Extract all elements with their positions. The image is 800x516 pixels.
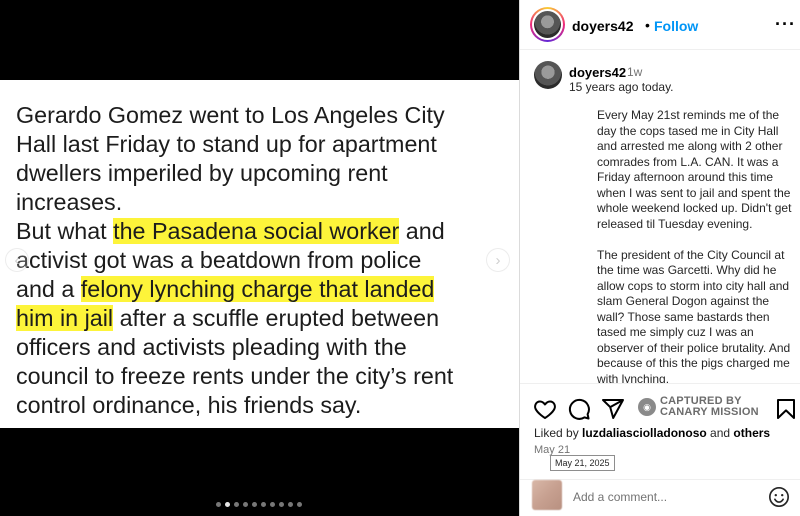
highlighted-text: him in jail	[16, 305, 114, 331]
caption-username[interactable]: doyers42	[569, 65, 626, 80]
post-image-slide: Gerardo Gomez went to Los Angeles City Ha…	[0, 80, 519, 428]
carousel-dot	[225, 502, 230, 507]
slide-text-segment: control ordinance, his friends say.	[16, 392, 362, 418]
caption-first-line: 15 years ago today.	[569, 80, 674, 94]
avatar	[534, 11, 561, 38]
next-slide-button[interactable]: ›	[486, 248, 510, 272]
likes-text: Liked by luzdaliasciolladonoso and other…	[534, 426, 771, 440]
post-sidebar: doyers42 • Follow ··· doyers42 1w 15 yea…	[519, 0, 800, 516]
liked-by-others-link[interactable]: others	[733, 426, 770, 440]
slide-text-line: activist got was a beatdown from police	[16, 246, 511, 275]
liked-by-user-link[interactable]: luzdaliasciolladonoso	[582, 426, 707, 440]
highlighted-text: felony lynching charge that landed	[80, 276, 435, 302]
more-options-icon[interactable]: ···	[775, 14, 796, 35]
highlighted-text: the Pasadena social worker	[113, 218, 400, 244]
caption-body: Every May 21st reminds me of the day the…	[597, 108, 797, 383]
canary-logo-icon: ◉	[638, 398, 656, 416]
post-header: doyers42 • Follow ···	[520, 0, 800, 50]
heart-icon[interactable]	[533, 397, 557, 421]
slide-text-line: control ordinance, his friends say.	[16, 391, 511, 420]
watermark-line: CANARY MISSION	[660, 406, 759, 418]
slide-text-segment: and	[399, 218, 445, 244]
slide-text-segment: officers and activists pleading with the	[16, 334, 407, 360]
chevron-right-icon: ›	[495, 251, 501, 269]
caption-area: doyers42 1w 15 years ago today. Every Ma…	[520, 51, 800, 383]
slide-text-line: dwellers imperiled by upcoming rent	[16, 159, 511, 188]
carousel-indicator	[216, 502, 302, 507]
bookmark-icon[interactable]	[774, 397, 798, 421]
slide-text-segment: council to freeze rents under the city’s…	[16, 363, 454, 389]
slide-text-segment: Gerardo Gomez went to Los Angeles City	[16, 102, 445, 128]
comment-icon[interactable]	[567, 397, 591, 421]
separator-dot: •	[645, 17, 650, 33]
commenter-avatar	[532, 480, 562, 510]
slide-text-segment: Hall last Friday to stand up for apartme…	[16, 131, 437, 157]
slide-text-segment: increases.	[16, 189, 123, 215]
carousel-dot	[243, 502, 248, 507]
slide-text-line: officers and activists pleading with the	[16, 333, 511, 362]
post-actions: ◉ CAPTURED BY CANARY MISSION Liked by lu…	[520, 383, 800, 513]
slide-text-line: council to freeze rents under the city’s…	[16, 362, 511, 391]
emoji-icon[interactable]	[768, 486, 790, 508]
date-tooltip: May 21, 2025	[550, 455, 615, 471]
carousel-dot	[261, 502, 266, 507]
caption-avatar[interactable]	[534, 61, 562, 89]
header-avatar[interactable]	[530, 7, 565, 42]
carousel-dot	[234, 502, 239, 507]
comment-row	[520, 479, 800, 516]
carousel-dot	[270, 502, 275, 507]
slide-text-segment: after a scuffle erupted between	[113, 305, 440, 331]
carousel-dot	[279, 502, 284, 507]
slide-text-segment: and a	[16, 276, 81, 302]
post-media: Gerardo Gomez went to Los Angeles City Ha…	[0, 0, 519, 516]
slide-text-line: Gerardo Gomez went to Los Angeles City	[16, 101, 511, 130]
header-username[interactable]: doyers42	[572, 18, 633, 34]
slide-text: Gerardo Gomez went to Los Angeles City Ha…	[16, 101, 511, 420]
slide-text-line: But what the Pasadena social worker and	[16, 217, 511, 246]
slide-text-segment: activist got was a beatdown from police	[16, 247, 422, 273]
caption-paragraph: The president of the City Council at the…	[597, 247, 791, 384]
slide-text-line: Hall last Friday to stand up for apartme…	[16, 130, 511, 159]
carousel-dot	[297, 502, 302, 507]
carousel-dot	[216, 502, 221, 507]
caption-paragraph: Every May 21st reminds me of the day the…	[597, 108, 792, 231]
previous-slide-button[interactable]: ‹	[5, 248, 29, 272]
slide-text-line: increases.	[16, 188, 511, 217]
comment-input[interactable]	[573, 490, 753, 504]
carousel-dot	[252, 502, 257, 507]
canary-mission-watermark: ◉ CAPTURED BY CANARY MISSION	[638, 396, 759, 418]
chevron-left-icon: ‹	[14, 251, 20, 269]
follow-button[interactable]: Follow	[654, 18, 698, 34]
slide-text-segment: dwellers imperiled by upcoming rent	[16, 160, 388, 186]
carousel-dot	[288, 502, 293, 507]
share-icon[interactable]	[601, 397, 625, 421]
slide-text-line: and a felony lynching charge that landed	[16, 275, 511, 304]
caption-timestamp[interactable]: 1w	[627, 65, 642, 79]
slide-text-segment: But what	[16, 218, 114, 244]
slide-text-line: him in jail after a scuffle erupted betw…	[16, 304, 511, 333]
